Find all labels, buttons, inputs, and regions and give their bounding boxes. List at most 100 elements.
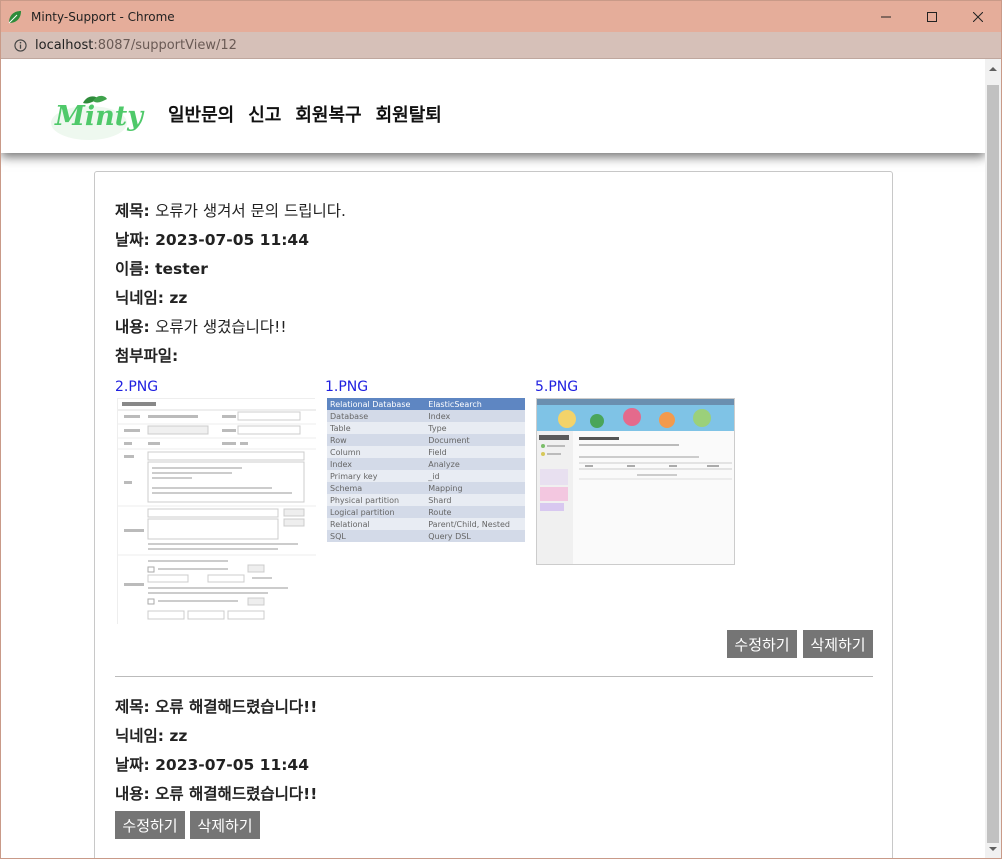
table-row: Schema Mapping bbox=[327, 482, 525, 494]
inquiry-nickname: 닉네임: zz bbox=[115, 286, 187, 308]
site-header: Minty 일반문의 신고 회원복구 회원탈퇴 bbox=[1, 59, 985, 153]
table-cell: Logical partition bbox=[327, 506, 426, 518]
title-bar: Minty-Support - Chrome bbox=[1, 1, 1001, 32]
reply-nickname-label: 닉네임: bbox=[115, 727, 170, 745]
window-title: Minty-Support - Chrome bbox=[31, 9, 175, 24]
scroll-down-arrow-icon[interactable] bbox=[989, 845, 997, 853]
support-card: 제목: 오류가 생겨서 문의 드립니다. 날짜: 2023-07-05 11:4… bbox=[94, 171, 893, 858]
inquiry-nickname-value: zz bbox=[169, 289, 188, 307]
inquiry-date-label: 날짜: bbox=[115, 231, 156, 249]
table-cell: Primary key bbox=[327, 470, 426, 482]
table-cell: Analyze bbox=[425, 458, 525, 470]
url-host: localhost bbox=[35, 37, 94, 53]
table-cell: Query DSL bbox=[425, 530, 525, 542]
url-path: :8087/supportView/12 bbox=[93, 37, 237, 53]
inquiry-date-value: 2023-07-05 11:44 bbox=[155, 231, 310, 249]
attachments-label-text: 첨부파일: bbox=[115, 347, 179, 365]
attachment-thumbnail-1[interactable] bbox=[117, 398, 316, 625]
main-nav: 일반문의 신고 회원복구 회원탈퇴 bbox=[168, 101, 442, 127]
nav-withdrawal[interactable]: 회원탈퇴 bbox=[376, 101, 442, 127]
table-cell: Schema bbox=[327, 482, 426, 494]
nav-report[interactable]: 신고 bbox=[248, 101, 281, 127]
nav-general-inquiry[interactable]: 일반문의 bbox=[168, 101, 234, 127]
reply-title: 제목: 오류 해결해드렸습니다!! bbox=[115, 695, 317, 717]
reply-nickname: 닉네임: zz bbox=[115, 724, 187, 746]
reply-content: 내용: 오류 해결해드렸습니다!! bbox=[115, 782, 317, 804]
inquiry-content-value: 오류가 생겼습니다!! bbox=[155, 318, 287, 336]
table-cell: Field bbox=[425, 446, 525, 458]
inquiry-edit-button[interactable]: 수정하기 bbox=[727, 630, 797, 658]
table-cell: Index bbox=[425, 410, 525, 422]
reply-content-label: 내용: bbox=[115, 785, 156, 803]
table-row: Table Type bbox=[327, 422, 525, 434]
attachments-label: 첨부파일: bbox=[115, 344, 178, 366]
reply-content-value: 오류 해결해드렸습니다!! bbox=[155, 785, 318, 803]
inquiry-name: 이름: tester bbox=[115, 257, 208, 279]
section-divider bbox=[115, 676, 873, 677]
vertical-scrollbar[interactable] bbox=[985, 59, 1001, 858]
reply-title-label: 제목: bbox=[115, 698, 156, 716]
table-cell: Document bbox=[425, 434, 525, 446]
table-cell: Route bbox=[425, 506, 525, 518]
reply-edit-button[interactable]: 수정하기 bbox=[115, 811, 185, 839]
table-cell: Column bbox=[327, 446, 426, 458]
table-cell: Row bbox=[327, 434, 426, 446]
table-cell: Shard bbox=[425, 494, 525, 506]
mapping-table-image: Relational Database ElasticSearch Database… bbox=[327, 398, 525, 542]
browser-window: Minty-Support - Chrome localhost:8087/su… bbox=[0, 0, 1002, 859]
table-cell: _id bbox=[425, 470, 525, 482]
minimize-icon bbox=[881, 16, 891, 17]
table-cell: Type bbox=[425, 422, 525, 434]
page-content: Minty 일반문의 신고 회원복구 회원탈퇴 제목: 오류가 생겨서 문의 드… bbox=[1, 59, 985, 858]
table-cell: Parent/Child, Nested bbox=[425, 518, 525, 530]
info-icon[interactable] bbox=[14, 38, 27, 52]
inquiry-nickname-label: 닉네임: bbox=[115, 289, 170, 307]
scroll-up-arrow-icon[interactable] bbox=[989, 65, 997, 73]
scrollbar-thumb[interactable] bbox=[987, 85, 999, 843]
form-document-image bbox=[118, 399, 316, 625]
attachment-thumbnail-2[interactable]: Relational Database ElasticSearch Database… bbox=[327, 398, 525, 542]
attachment-thumbnail-3[interactable] bbox=[536, 398, 735, 565]
maximize-button[interactable] bbox=[909, 1, 955, 32]
table-row: Column Field bbox=[327, 446, 525, 458]
attachment-link-3[interactable]: 5.PNG bbox=[535, 379, 578, 395]
window-controls bbox=[863, 1, 1001, 32]
table-cell: ElasticSearch bbox=[425, 398, 525, 410]
table-cell: Mapping bbox=[425, 482, 525, 494]
attachment-link-2[interactable]: 1.PNG bbox=[325, 379, 368, 395]
inquiry-title: 제목: 오류가 생겨서 문의 드립니다. bbox=[115, 199, 346, 221]
minimize-button[interactable] bbox=[863, 1, 909, 32]
inquiry-delete-button[interactable]: 삭제하기 bbox=[803, 630, 873, 658]
inquiry-date: 날짜: 2023-07-05 11:44 bbox=[115, 228, 309, 250]
reply-date-value: 2023-07-05 11:44 bbox=[155, 756, 310, 774]
inquiry-name-label: 이름: bbox=[115, 260, 156, 278]
nav-account-recovery[interactable]: 회원복구 bbox=[295, 101, 361, 127]
url-text[interactable]: localhost:8087/supportView/12 bbox=[35, 38, 237, 53]
table-cell: Database bbox=[327, 410, 426, 422]
table-row: Logical partition Route bbox=[327, 506, 525, 518]
leaf-app-icon bbox=[8, 10, 21, 23]
close-icon bbox=[973, 11, 983, 22]
table-cell: Relational Database bbox=[327, 398, 426, 410]
table-cell: Relational bbox=[327, 518, 426, 530]
table-row: Row Document bbox=[327, 434, 525, 446]
logo-text[interactable]: Minty bbox=[55, 101, 143, 132]
table-cell: SQL bbox=[327, 530, 426, 542]
inquiry-title-label: 제목: bbox=[115, 202, 156, 220]
table-row: Database Index bbox=[327, 410, 525, 422]
table-cell: Physical partition bbox=[327, 494, 426, 506]
close-button[interactable] bbox=[955, 1, 1001, 32]
reply-date-label: 날짜: bbox=[115, 756, 156, 774]
inquiry-content: 내용: 오류가 생겼습니다!! bbox=[115, 315, 287, 337]
table-row: Index Analyze bbox=[327, 458, 525, 470]
reply-date: 날짜: 2023-07-05 11:44 bbox=[115, 753, 309, 775]
reply-nickname-value: zz bbox=[169, 727, 188, 745]
table-cell: Index bbox=[327, 458, 426, 470]
reply-title-value: 오류 해결해드렸습니다!! bbox=[155, 698, 318, 716]
address-bar[interactable]: localhost:8087/supportView/12 bbox=[1, 32, 1001, 59]
table-cell: Table bbox=[327, 422, 426, 434]
table-row: Physical partition Shard bbox=[327, 494, 525, 506]
reply-delete-button[interactable]: 삭제하기 bbox=[190, 811, 260, 839]
attachment-link-1[interactable]: 2.PNG bbox=[115, 379, 158, 395]
table-row: Relational Database ElasticSearch bbox=[327, 398, 525, 410]
